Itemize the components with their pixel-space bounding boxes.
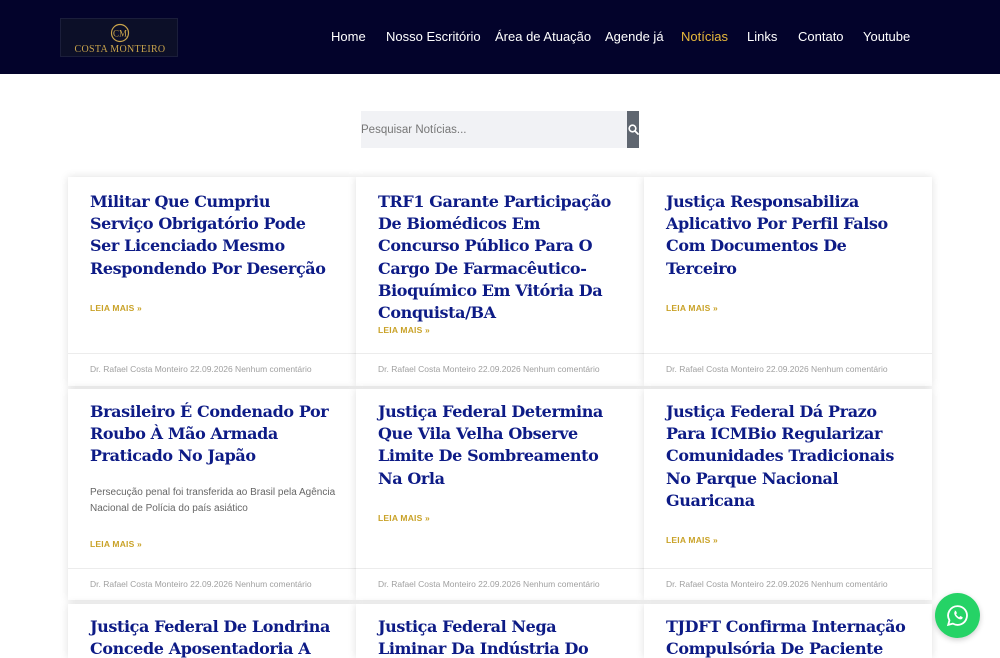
post-footer: Dr. Rafael Costa Monteiro 22.09.2026 Nen… bbox=[644, 353, 932, 386]
post-footer: Dr. Rafael Costa Monteiro 22.09.2026 Nen… bbox=[356, 568, 644, 600]
post-card: Justiça Responsabiliza Aplicativo Por Pe… bbox=[644, 177, 932, 386]
read-more-link[interactable]: LEIA MAIS » bbox=[666, 535, 718, 545]
post-title[interactable]: Justiça Federal Nega Liminar Da Indústri… bbox=[378, 616, 626, 658]
post-card: Justiça Federal Nega Liminar Da Indústri… bbox=[356, 604, 644, 658]
read-more-link[interactable]: LEIA MAIS » bbox=[90, 303, 142, 313]
post-title[interactable]: Justiça Responsabiliza Aplicativo Por Pe… bbox=[666, 191, 914, 280]
post-card: Justiça Federal Determina Que Vila Velha… bbox=[356, 389, 644, 600]
post-title[interactable]: Militar Que Cumpriu Serviço Obrigatório … bbox=[90, 191, 338, 280]
post-meta: Dr. Rafael Costa Monteiro 22.09.2026 Nen… bbox=[90, 579, 312, 589]
post-card: TRF1 Garante Participação De Biomédicos … bbox=[356, 177, 644, 386]
nav-noticias[interactable]: Notícias bbox=[681, 29, 728, 44]
post-title[interactable]: Brasileiro É Condenado Por Roubo À Mão A… bbox=[90, 401, 338, 468]
search-bar bbox=[361, 111, 639, 148]
post-title[interactable]: Justiça Federal Dá Prazo Para ICMBio Reg… bbox=[666, 401, 914, 512]
nav-contato[interactable]: Contato bbox=[798, 29, 844, 44]
post-title[interactable]: Justiça Federal De Londrina Concede Apos… bbox=[90, 616, 338, 658]
post-meta: Dr. Rafael Costa Monteiro 22.09.2026 Nen… bbox=[666, 364, 888, 374]
search-button[interactable] bbox=[627, 111, 639, 148]
post-card: TJDFT Confirma Internação Compulsória De… bbox=[644, 604, 932, 658]
read-more-link[interactable]: LEIA MAIS » bbox=[666, 303, 718, 313]
main-nav: Home Nosso Escritório Área de Atuação Ag… bbox=[0, 29, 1000, 47]
post-excerpt: Persecução penal foi transferida ao Bras… bbox=[90, 487, 336, 514]
post-footer: Dr. Rafael Costa Monteiro 22.09.2026 Nen… bbox=[68, 568, 356, 600]
read-more-link[interactable]: LEIA MAIS » bbox=[378, 325, 430, 335]
post-card: Militar Que Cumpriu Serviço Obrigatório … bbox=[68, 177, 356, 386]
post-meta: Dr. Rafael Costa Monteiro 22.09.2026 Nen… bbox=[378, 579, 600, 589]
site-header: CM COSTA MONTEIRO Home Nosso Escritório … bbox=[0, 0, 1000, 74]
post-footer: Dr. Rafael Costa Monteiro 22.09.2026 Nen… bbox=[644, 568, 932, 600]
post-meta: Dr. Rafael Costa Monteiro 22.09.2026 Nen… bbox=[90, 364, 312, 374]
search-input[interactable] bbox=[361, 111, 627, 148]
post-footer: Dr. Rafael Costa Monteiro 22.09.2026 Nen… bbox=[356, 353, 644, 386]
post-meta: Dr. Rafael Costa Monteiro 22.09.2026 Nen… bbox=[378, 364, 600, 374]
nav-youtube[interactable]: Youtube bbox=[863, 29, 910, 44]
nav-nosso-escritorio[interactable]: Nosso Escritório bbox=[386, 29, 481, 44]
post-card: Justiça Federal Dá Prazo Para ICMBio Reg… bbox=[644, 389, 932, 600]
post-card: Justiça Federal De Londrina Concede Apos… bbox=[68, 604, 356, 658]
post-card: Brasileiro É Condenado Por Roubo À Mão A… bbox=[68, 389, 356, 600]
whatsapp-button[interactable] bbox=[935, 593, 980, 638]
post-title[interactable]: TRF1 Garante Participação De Biomédicos … bbox=[378, 191, 626, 324]
read-more-link[interactable]: LEIA MAIS » bbox=[378, 513, 430, 523]
whatsapp-icon bbox=[946, 605, 968, 627]
nav-agende-ja[interactable]: Agende já bbox=[605, 29, 664, 44]
nav-area-de-atuacao[interactable]: Área de Atuação bbox=[495, 29, 591, 44]
post-title[interactable]: TJDFT Confirma Internação Compulsória De… bbox=[666, 616, 914, 658]
nav-links[interactable]: Links bbox=[747, 29, 777, 44]
search-icon bbox=[628, 124, 639, 135]
post-footer: Dr. Rafael Costa Monteiro 22.09.2026 Nen… bbox=[68, 353, 356, 386]
nav-home[interactable]: Home bbox=[331, 29, 366, 44]
post-meta: Dr. Rafael Costa Monteiro 22.09.2026 Nen… bbox=[666, 579, 888, 589]
read-more-link[interactable]: LEIA MAIS » bbox=[90, 539, 142, 549]
post-title[interactable]: Justiça Federal Determina Que Vila Velha… bbox=[378, 401, 626, 490]
